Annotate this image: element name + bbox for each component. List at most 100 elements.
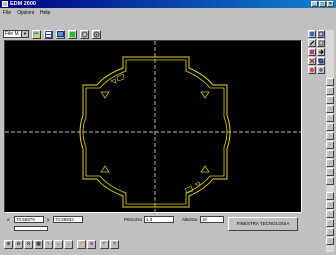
toolbar: File M ▼ [3,29,101,39]
chevron-down-icon[interactable]: ▼ [21,31,28,37]
paint-icon [310,50,314,54]
app-icon [2,1,8,7]
scroll-btn-7[interactable]: · [326,132,334,140]
progress-field [14,226,48,231]
arrow-left-icon: ← [56,240,61,247]
scroll-btn-14[interactable]: · [326,201,334,209]
pencil-button[interactable]: ✎ [44,239,53,249]
scroll-btn-5[interactable]: · [326,114,334,122]
color-button[interactable]: ■ [87,239,96,249]
menu-bar: File Opzioni Help [0,9,336,17]
open-button[interactable] [32,29,41,39]
menu-file[interactable]: File [3,9,11,17]
menu-opzioni[interactable]: Opzioni [17,9,34,17]
delete-button[interactable]: ✕ [110,239,119,249]
zoom-fit-icon: ⊙ [26,240,31,247]
rect-icon [318,31,324,37]
zoom-out-button[interactable]: ⊖ [14,239,23,249]
star-icon [310,68,314,72]
zoom-in-button[interactable]: ⊕ [4,239,13,249]
display-button[interactable] [56,29,65,39]
zoom-out-icon: ⊖ [16,240,21,247]
vertical-scrollbar[interactable]: · · · · · · · · · · · · · · · · · · [326,30,334,252]
plus-icon [319,68,323,72]
tool-button-7[interactable] [308,57,316,65]
tool-button-8[interactable] [317,57,325,65]
x-coordinate-field: 70.56979 [14,216,44,223]
green-square-icon [70,31,75,37]
copy-icon [318,58,324,64]
zoom-fit-button[interactable]: ⊙ [24,239,33,249]
close-button[interactable]: × [327,1,334,7]
tool-button-3[interactable] [308,39,316,47]
x-label: x [7,217,10,222]
tool-button-2[interactable] [317,30,325,38]
file-select-value: File M [5,31,19,37]
monitor-icon [57,30,64,37]
y-coordinate-field: 70.56932 [53,216,83,223]
tool-button-4[interactable] [317,39,325,47]
altezza-field[interactable]: 10 [200,216,224,223]
undo-icon: ↶ [102,240,107,247]
notch-bottom-left [100,165,110,173]
tool-button-1[interactable] [308,30,316,38]
brush-icon: ✐ [79,240,84,247]
scroll-btn-2[interactable]: · [326,87,334,95]
percorso-field[interactable]: 1.0 [144,216,174,223]
open-icon [33,32,39,37]
maximize-button[interactable]: □ [319,1,326,7]
scroll-btn-9[interactable]: · [326,150,334,158]
scroll-btn-10[interactable]: · [326,159,334,167]
scroll-btn-3[interactable]: · [326,96,334,104]
square-icon [310,32,314,36]
profile-drawing [5,41,301,212]
undo-button[interactable]: ↶ [100,239,109,249]
arrow-right-icon: → [66,240,71,247]
percorso-label: Percorso [124,217,143,222]
run-button[interactable] [68,29,77,39]
circle-button[interactable] [80,29,89,39]
scroll-btn-6[interactable]: · [326,123,334,131]
grid-icon [318,40,324,46]
scroll-btn-4[interactable]: · [326,105,334,113]
finestra-tecnologia-button[interactable]: FINESTRA TECNOLOGIA [228,217,298,231]
slot-bottom-right-2 [194,181,201,187]
scroll-btn-15[interactable]: · [326,210,334,218]
scroll-btn-8[interactable]: · [326,141,334,149]
brush-button[interactable]: ✐ [77,239,86,249]
altezza-label: Altezza [182,217,197,222]
menu-help[interactable]: Help [40,9,50,17]
scroll-btn-17[interactable]: · [326,228,334,236]
tool-button-5[interactable] [308,48,316,56]
arrow-left-button[interactable]: ← [54,239,63,249]
drawing-canvas[interactable] [4,40,302,213]
scroll-btn-12[interactable]: · [326,177,334,185]
scroll-btn-13[interactable]: · [326,192,334,200]
grid-button[interactable]: ▦ [34,239,43,249]
settings-button[interactable] [92,29,101,39]
file-select[interactable]: File M ▼ [3,30,29,38]
scroll-btn-18[interactable]: · [326,237,334,245]
color-icon: ■ [89,240,94,247]
tool-button-6[interactable] [317,48,325,56]
window-icon [45,30,52,38]
tool-button-9[interactable] [308,66,316,74]
line-icon [309,40,315,46]
slot-top-left-2 [110,78,117,84]
delete-icon: ✕ [112,240,117,247]
notch-bottom-right [200,165,210,173]
slot-top-left [116,73,125,82]
pencil-icon: ✎ [46,240,51,247]
zoom-in-icon: ⊕ [6,240,11,247]
scroll-btn-11[interactable]: · [326,168,334,176]
scroll-btn-1[interactable]: · [326,78,334,86]
grid-view-button[interactable] [44,29,53,39]
arrow-right-button[interactable]: → [64,239,73,249]
circle-icon [81,31,88,37]
arrow-icon [319,49,324,55]
app-window: EDM 2000 _ □ × File Opzioni Help File M … [0,0,336,255]
bottom-toolbar: ⊕ ⊖ ⊙ ▦ ✎ ← → ✐ ■ ↶ ✕ [4,238,119,250]
scroll-btn-16[interactable]: · [326,219,334,227]
tool-button-10[interactable] [317,66,325,74]
minimize-button[interactable]: _ [311,1,318,7]
